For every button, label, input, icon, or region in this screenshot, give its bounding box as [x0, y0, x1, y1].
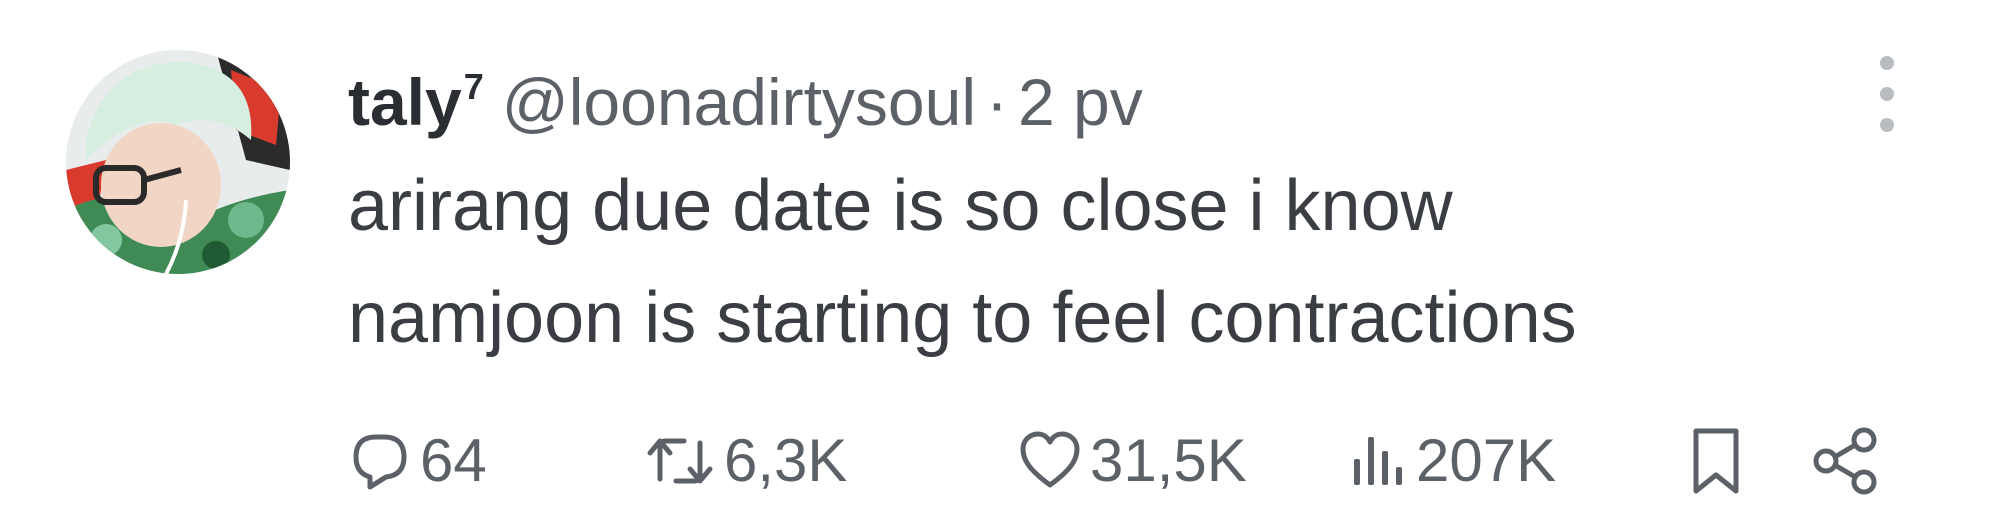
avatar-image	[66, 50, 290, 274]
like-button[interactable]: 31,5K	[1018, 418, 1247, 504]
display-name[interactable]: taly7	[348, 44, 484, 145]
retweet-icon	[647, 438, 713, 484]
heart-icon	[1020, 431, 1080, 488]
reply-count: 64	[420, 427, 487, 494]
reply-icon	[353, 434, 407, 490]
display-name-superscript: 7	[463, 66, 484, 107]
tweet-text-line: arirang due date is so close i know	[348, 166, 1453, 246]
more-icon[interactable]	[1872, 56, 1902, 132]
reply-button[interactable]: 64	[348, 418, 487, 504]
tweet-text-line: namjoon is starting to feel contractions	[348, 278, 1577, 358]
tweet-header: taly7 @loonadirtysoul · 2 pv	[348, 44, 1143, 139]
display-name-text[interactable]: taly	[348, 65, 462, 139]
views-icon	[1354, 437, 1402, 485]
view-count: 207K	[1416, 427, 1557, 494]
bookmark-icon	[1693, 428, 1739, 494]
tweet-timestamp[interactable]: 2 pv	[1018, 59, 1143, 145]
more-dot	[1880, 56, 1894, 70]
tweet-text: arirang due date is so close i know namj…	[348, 150, 1908, 374]
bookmark-button[interactable]	[1688, 418, 1744, 504]
retweet-count: 6,3K	[724, 427, 848, 494]
share-icon	[1813, 427, 1877, 495]
header-separator: ·	[986, 65, 1008, 139]
more-dot	[1880, 118, 1894, 132]
views-button[interactable]: 207K	[1348, 418, 1556, 504]
more-dot	[1880, 87, 1894, 101]
retweet-button[interactable]: 6,3K	[644, 418, 847, 504]
like-count: 31,5K	[1090, 427, 1247, 494]
avatar[interactable]	[66, 50, 290, 274]
user-handle[interactable]: @loonadirtysoul	[502, 59, 976, 145]
share-button[interactable]	[1810, 418, 1882, 504]
action-bar: 64 6,3K 31,5K 207K	[348, 418, 1908, 504]
